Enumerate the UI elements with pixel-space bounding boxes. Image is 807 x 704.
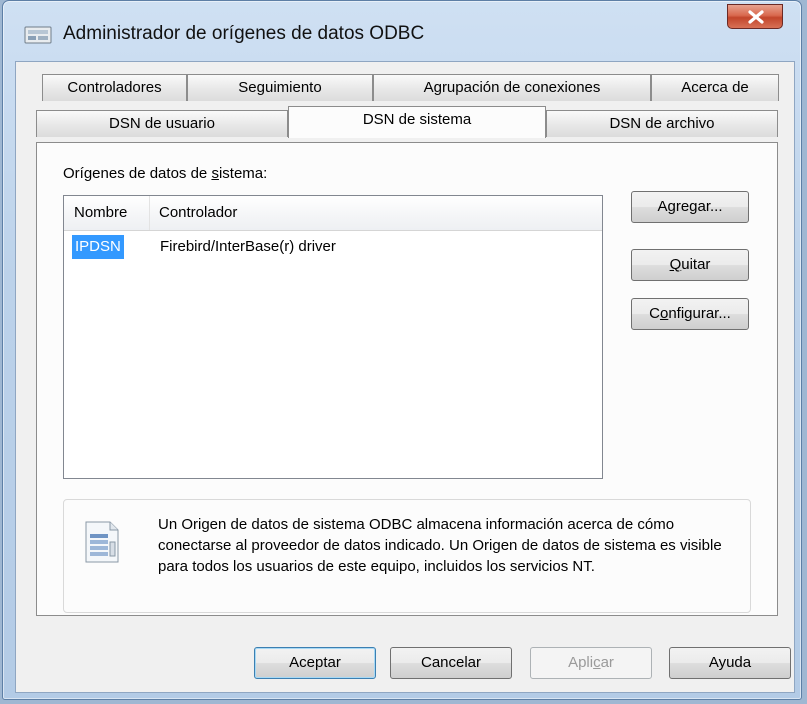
list-item[interactable]: IPDSN Firebird/InterBase(r) driver [64, 234, 602, 260]
add-button[interactable]: Agregar... [631, 191, 749, 223]
configure-button[interactable]: Configurar... [631, 298, 749, 330]
tab-label: DSN de sistema [362, 111, 472, 128]
window-title: Administrador de orígenes de datos ODBC [63, 23, 425, 44]
tab-label: Agrupación de conexiones [423, 79, 601, 96]
button-accelerator: g [667, 198, 676, 215]
tab-label: Seguimiento [238, 79, 322, 96]
tab-label: Controladores [67, 79, 162, 96]
data-source-driver: Firebird/InterBase(r) driver [160, 238, 336, 255]
button-accelerator: Q [669, 256, 682, 273]
label-text: istema: [218, 165, 268, 182]
title-bar[interactable]: Administrador de orígenes de datos ODBC [3, 1, 801, 61]
button-text: C [649, 305, 660, 322]
system-data-sources-label: Orígenes de datos de sistema: [63, 165, 267, 182]
tab-label: DSN de archivo [609, 115, 715, 132]
apply-button[interactable]: Aplicar [530, 647, 652, 679]
tab-acerca-de[interactable]: Acerca de [651, 74, 779, 101]
button-text: nfigurar... [668, 305, 731, 322]
tab-dsn-de-archivo[interactable]: DSN de archivo [546, 110, 778, 137]
tab-controladores[interactable]: Controladores [42, 74, 187, 101]
list-header: Nombre Controlador [64, 196, 602, 231]
tab-label: DSN de usuario [109, 115, 215, 132]
cancel-button[interactable]: Cancelar [390, 647, 512, 679]
data-source-document-icon [82, 520, 122, 564]
tab-dsn-de-usuario[interactable]: DSN de usuario [36, 110, 288, 137]
data-sources-list[interactable]: Nombre Controlador IPDSN Firebird/InterB… [63, 195, 603, 479]
button-text: ar [600, 654, 614, 671]
tab-seguimiento[interactable]: Seguimiento [187, 74, 373, 101]
close-icon [748, 10, 764, 24]
column-header-nombre[interactable]: Nombre [64, 196, 150, 230]
help-button[interactable]: Ayuda [669, 647, 791, 679]
dialog-window: Administrador de orígenes de datos ODBC … [2, 0, 802, 700]
tab-label: Acerca de [681, 79, 749, 96]
close-button[interactable] [727, 4, 783, 29]
info-description: Un Origen de datos de sistema ODBC almac… [158, 516, 722, 575]
tab-panel-dsn-de-sistema: Orígenes de datos de sistema: Nombre Con… [36, 142, 778, 616]
button-accelerator: c [593, 654, 601, 671]
button-text: uitar [681, 256, 711, 273]
column-header-controlador[interactable]: Controlador [150, 196, 602, 230]
button-text: Apli [568, 654, 594, 671]
remove-button[interactable]: Quitar [631, 249, 749, 281]
button-text: A [657, 198, 668, 215]
ok-button[interactable]: Aceptar [254, 647, 376, 679]
tab-dsn-de-sistema[interactable]: DSN de sistema [288, 106, 546, 138]
button-text: regar... [675, 198, 723, 215]
odbc-administrator-icon [24, 24, 54, 46]
data-source-name[interactable]: IPDSN [72, 235, 124, 259]
label-accelerator: s [211, 165, 219, 182]
info-box: Un Origen de datos de sistema ODBC almac… [63, 499, 751, 613]
tab-agrupacion-conexiones[interactable]: Agrupación de conexiones [373, 74, 651, 101]
dialog-client-area: Controladores Seguimiento Agrupación de … [15, 61, 795, 693]
label-text: Orígenes de datos de [63, 165, 212, 182]
